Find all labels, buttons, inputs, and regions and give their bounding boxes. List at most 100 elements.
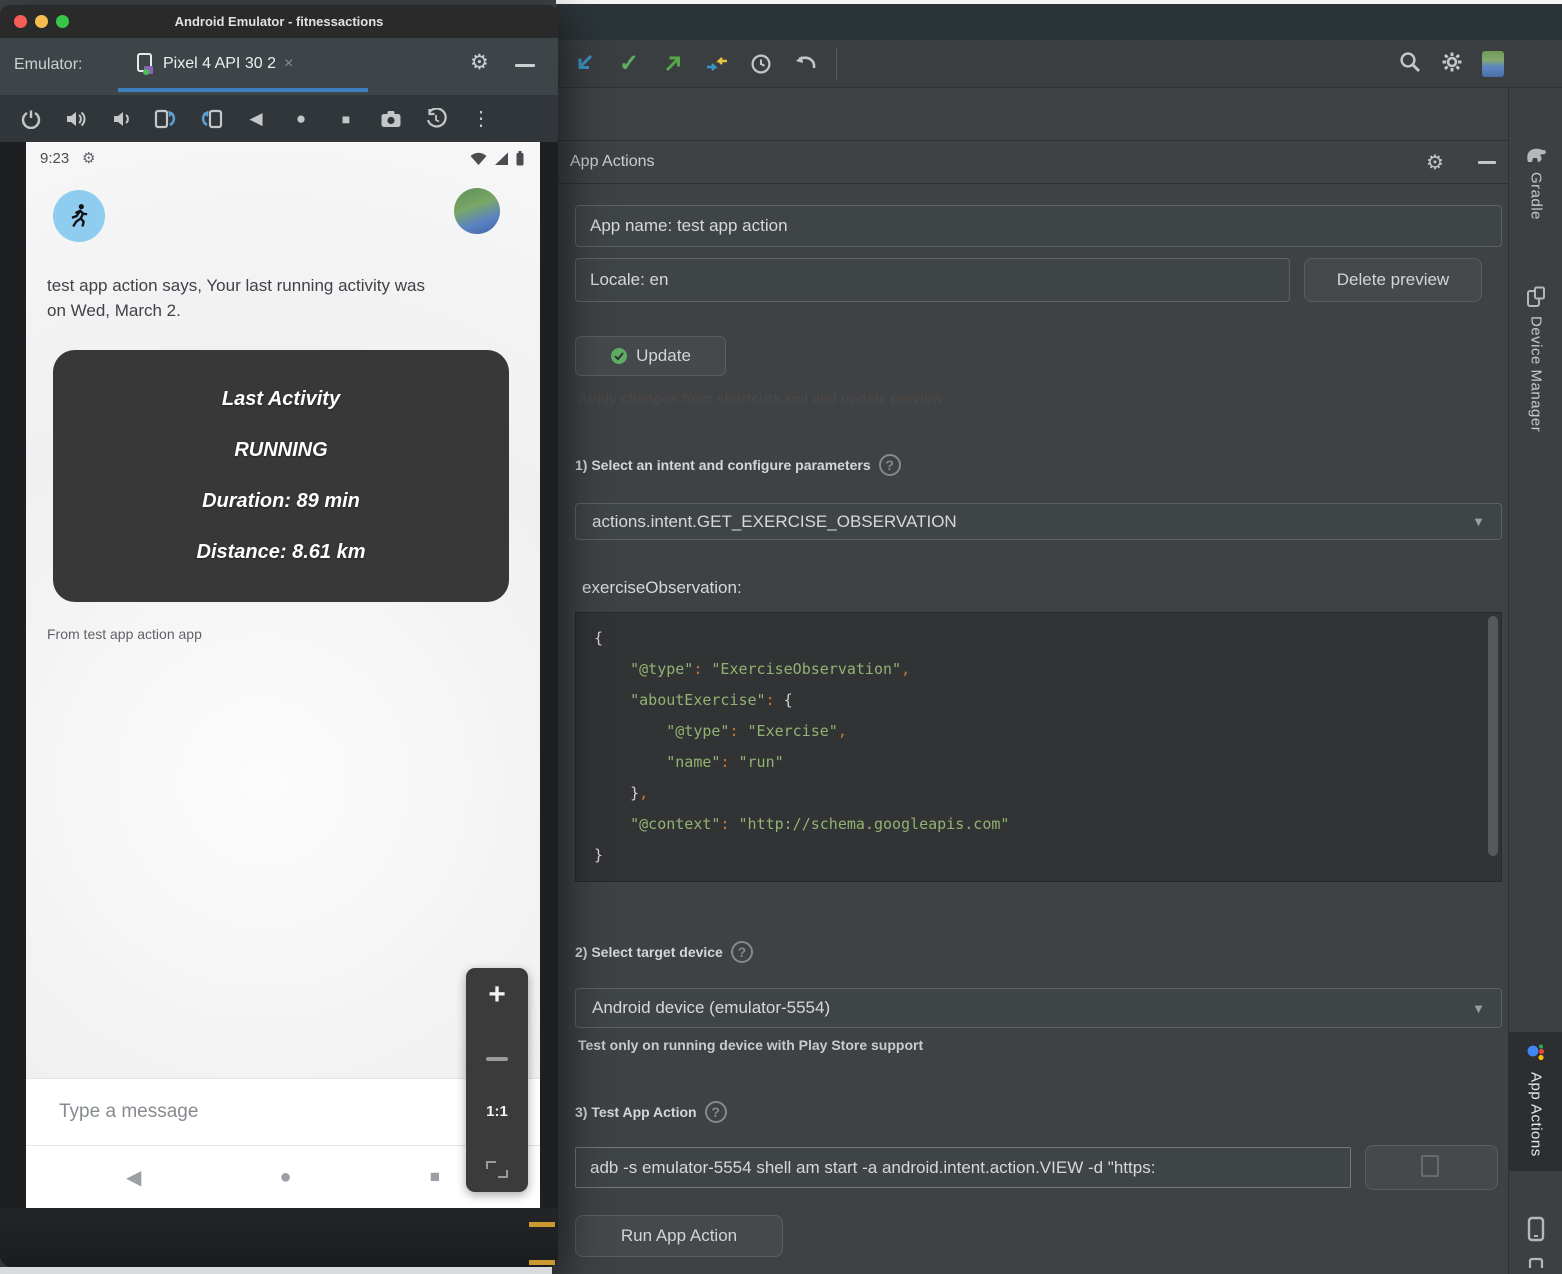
zoom-one-to-one-button[interactable]: 1:1 bbox=[486, 1103, 508, 1120]
section3-help-icon[interactable]: ? bbox=[705, 1101, 727, 1123]
apply-changes-button[interactable] bbox=[702, 49, 732, 79]
adb-command-field[interactable]: adb -s emulator-5554 shell am start -a a… bbox=[575, 1147, 1351, 1188]
studio-title-bar bbox=[556, 4, 1562, 40]
code-scrollbar[interactable] bbox=[1488, 616, 1498, 856]
update-button[interactable]: Update bbox=[575, 336, 726, 376]
chevron-down-icon: ▼ bbox=[1472, 514, 1485, 529]
zoom-in-button[interactable]: + bbox=[488, 980, 506, 1010]
adb-command-value: adb -s emulator-5554 shell am start -a a… bbox=[590, 1158, 1155, 1178]
tab-pixel-4-api-30[interactable]: Pixel 4 API 30 2 × bbox=[135, 52, 293, 76]
run-app-action-label: Run App Action bbox=[621, 1226, 737, 1246]
section2-help-icon[interactable]: ? bbox=[731, 941, 753, 963]
emu-home-button[interactable]: ● bbox=[282, 103, 320, 135]
emu-more-button[interactable]: ⋮ bbox=[462, 103, 500, 135]
message-input-row[interactable]: Type a message bbox=[26, 1078, 540, 1146]
phone-screen: 9:23 ⚙ test app action says, Your last r… bbox=[26, 142, 540, 1208]
nav-back-button[interactable]: ◀ bbox=[126, 1165, 141, 1190]
copy-command-button[interactable] bbox=[1365, 1145, 1498, 1190]
tab-running-devices[interactable] bbox=[1509, 1216, 1562, 1242]
back-icon: ◀ bbox=[249, 109, 262, 129]
clock-icon bbox=[750, 53, 772, 75]
locale-field[interactable]: Locale: en bbox=[575, 258, 1290, 302]
macos-close-button[interactable] bbox=[14, 15, 27, 28]
more-vertical-icon: ⋮ bbox=[471, 106, 491, 131]
from-app-label: From test app action app bbox=[47, 626, 202, 642]
vcs-push-button[interactable] bbox=[658, 49, 688, 79]
card-line-activity: RUNNING bbox=[234, 439, 327, 462]
parameter-json-editor[interactable]: { "@type": "ExerciseObservation", "about… bbox=[575, 612, 1502, 882]
emulator-settings-icon[interactable]: ⚙ bbox=[470, 50, 489, 75]
assistant-message-text: test app action says, Your last running … bbox=[47, 274, 437, 323]
rollback-button[interactable] bbox=[790, 49, 820, 79]
arrow-up-right-icon bbox=[662, 53, 684, 75]
check-icon: ✓ bbox=[619, 49, 639, 78]
copy-icon bbox=[1425, 1159, 1439, 1177]
assistant-icon bbox=[1525, 1042, 1547, 1064]
nav-home-button[interactable]: ● bbox=[280, 1166, 292, 1189]
macos-minimize-button[interactable] bbox=[35, 15, 48, 28]
volume-down-button[interactable] bbox=[102, 103, 140, 135]
active-tab-underline bbox=[118, 88, 368, 92]
run-app-action-button[interactable]: Run App Action bbox=[575, 1215, 783, 1257]
app-actions-panel-header: App Actions ⚙ bbox=[556, 140, 1508, 184]
battery-icon bbox=[516, 151, 524, 166]
target-device-dropdown[interactable]: Android device (emulator-5554) ▼ bbox=[575, 988, 1502, 1028]
volume-up-button[interactable] bbox=[57, 103, 95, 135]
arrow-down-left-icon bbox=[574, 53, 596, 75]
power-button[interactable] bbox=[12, 103, 50, 135]
screenshot-button[interactable] bbox=[372, 103, 410, 135]
tab-gradle[interactable]: Gradle bbox=[1509, 146, 1562, 220]
emulator-hide-button[interactable] bbox=[515, 64, 535, 67]
gradle-elephant-icon bbox=[1525, 146, 1547, 164]
rotate-right-icon bbox=[199, 108, 223, 130]
chevron-down-icon: ▼ bbox=[1472, 1001, 1485, 1016]
delete-preview-button[interactable]: Delete preview bbox=[1304, 258, 1482, 302]
zoom-out-button[interactable] bbox=[486, 1057, 508, 1061]
volume-up-icon bbox=[65, 109, 87, 129]
parameter-label: exerciseObservation: bbox=[582, 578, 742, 598]
panel-gear-icon[interactable]: ⚙ bbox=[1426, 150, 1444, 175]
history-button[interactable] bbox=[746, 49, 776, 79]
editor-warning-mark[interactable] bbox=[529, 1260, 555, 1265]
search-icon bbox=[1398, 50, 1422, 74]
fit-to-window-button[interactable] bbox=[486, 1161, 508, 1178]
gear-icon bbox=[1440, 50, 1464, 74]
vcs-update-button[interactable] bbox=[570, 49, 600, 79]
card-line-title: Last Activity bbox=[222, 388, 340, 411]
rotate-left-icon bbox=[154, 108, 178, 130]
update-check-icon bbox=[610, 347, 628, 365]
emu-overview-button[interactable]: ■ bbox=[327, 103, 365, 135]
snapshots-button[interactable] bbox=[417, 103, 455, 135]
editor-warning-mark[interactable] bbox=[529, 1222, 555, 1227]
android-emulator-window: Android Emulator - fitnessactions Emulat… bbox=[0, 5, 558, 1267]
status-gear-icon: ⚙ bbox=[82, 149, 95, 167]
ide-settings-button[interactable] bbox=[1440, 50, 1464, 79]
tab-device-manager[interactable]: Device Manager bbox=[1509, 286, 1562, 432]
rotate-right-button[interactable] bbox=[192, 103, 230, 135]
studio-main-toolbar: ✓ bbox=[556, 40, 1562, 88]
delete-preview-label: Delete preview bbox=[1337, 270, 1449, 290]
emulator-title-bar[interactable]: Android Emulator - fitnessactions bbox=[0, 5, 558, 38]
tab-partial-bottom[interactable] bbox=[1509, 1256, 1562, 1268]
section3-label: 3) Test App Action ? bbox=[575, 1101, 727, 1123]
section2-text: 2) Select target device bbox=[575, 944, 723, 960]
intent-dropdown[interactable]: actions.intent.GET_EXERCISE_OBSERVATION … bbox=[575, 503, 1502, 540]
section3-text: 3) Test App Action bbox=[575, 1104, 697, 1120]
emu-back-button[interactable]: ◀ bbox=[237, 103, 275, 135]
section1-text: 1) Select an intent and configure parame… bbox=[575, 457, 871, 473]
vcs-commit-button[interactable]: ✓ bbox=[614, 49, 644, 79]
tab-app-actions[interactable]: App Actions bbox=[1509, 1032, 1562, 1171]
runner-icon bbox=[65, 202, 93, 230]
app-name-field[interactable]: App name: test app action bbox=[575, 205, 1502, 247]
card-line-distance: Distance: 8.61 km bbox=[197, 541, 366, 564]
panel-minimize-button[interactable] bbox=[1478, 161, 1496, 164]
rotate-left-button[interactable] bbox=[147, 103, 185, 135]
section1-help-icon[interactable]: ? bbox=[879, 454, 901, 476]
search-everywhere-button[interactable] bbox=[1398, 50, 1422, 79]
macos-zoom-button[interactable] bbox=[56, 15, 69, 28]
tab-close-icon[interactable]: × bbox=[284, 55, 293, 73]
undo-icon bbox=[793, 53, 817, 75]
nav-overview-button[interactable]: ■ bbox=[430, 1167, 440, 1187]
user-profile-avatar[interactable] bbox=[1482, 51, 1504, 77]
update-hint-text: Apply changes from shortcuts.xml and upd… bbox=[578, 390, 943, 406]
